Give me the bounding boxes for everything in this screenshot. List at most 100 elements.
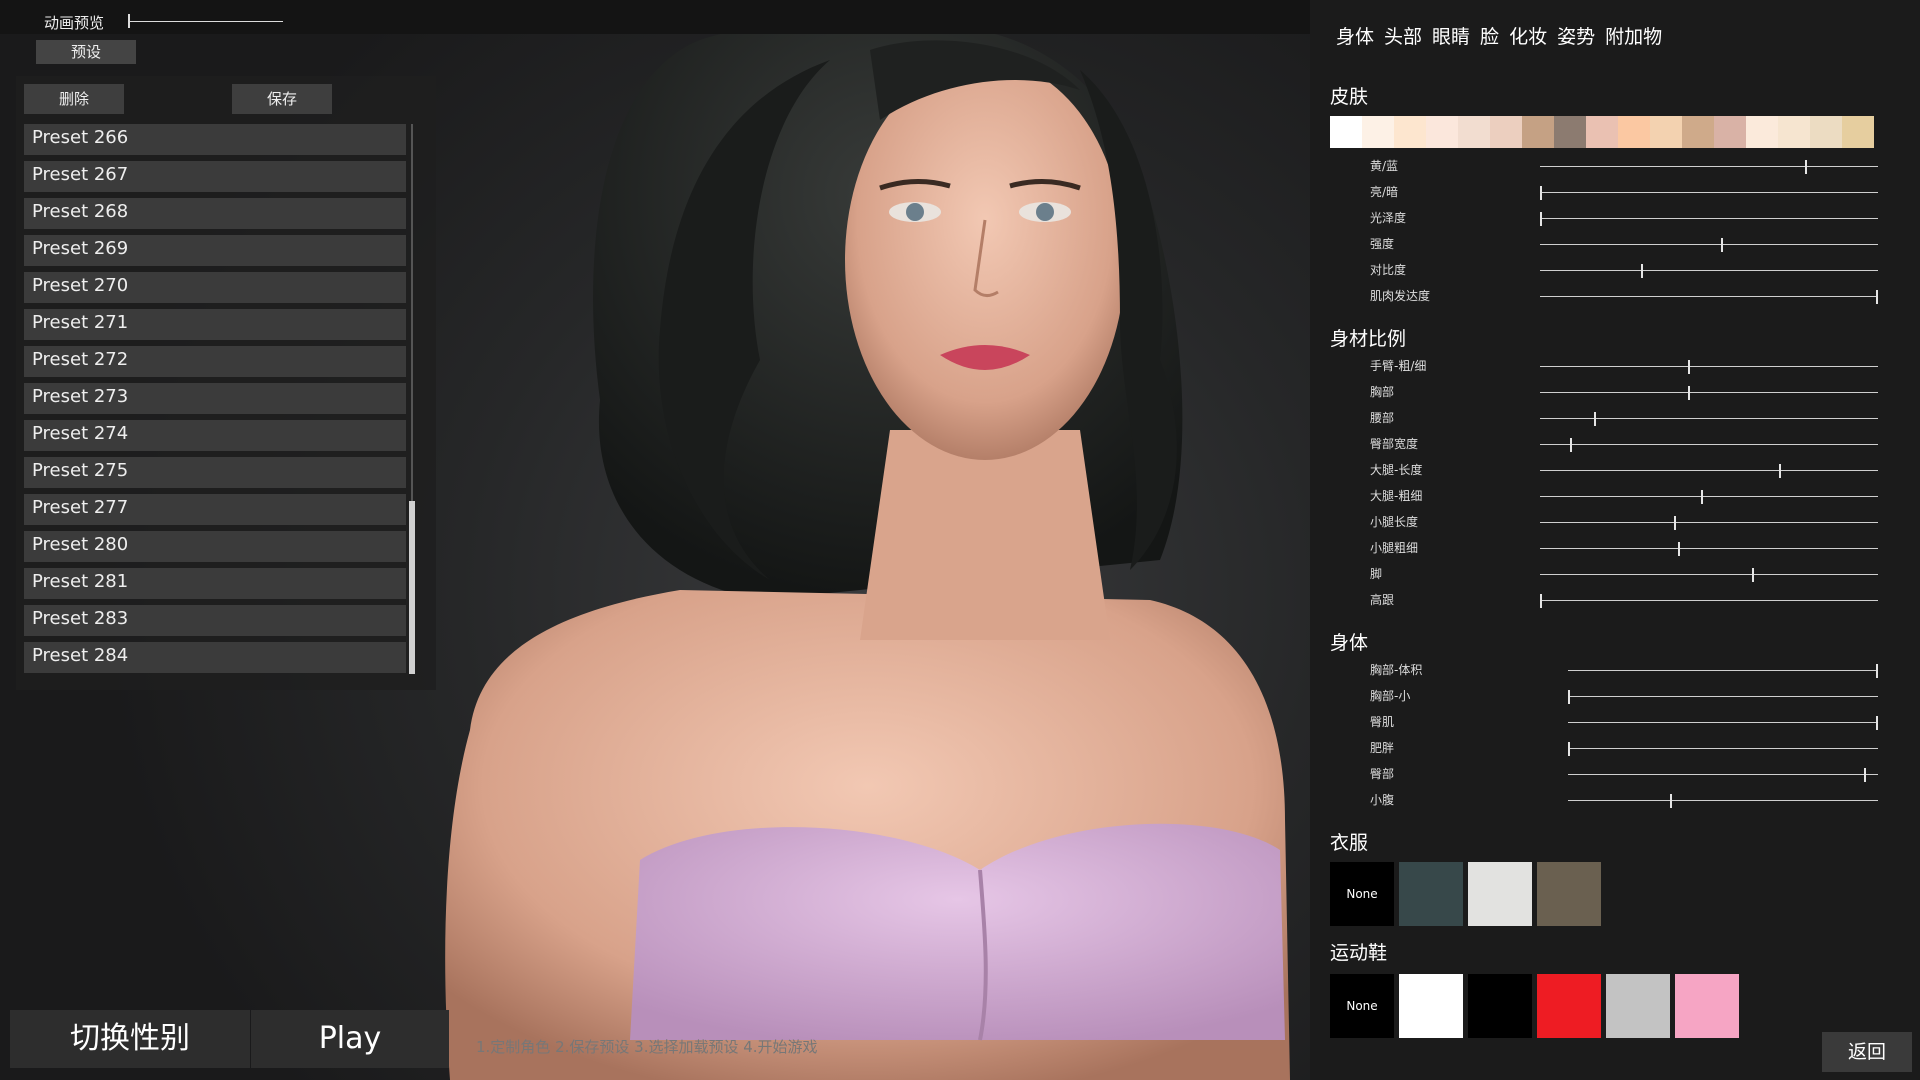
slider-track[interactable] <box>1568 670 1878 671</box>
preset-list-item[interactable]: Preset 281 <box>24 568 406 599</box>
slider-track[interactable] <box>1540 522 1878 523</box>
preset-list-item[interactable]: Preset 275 <box>24 457 406 488</box>
skin-color-swatch[interactable] <box>1490 116 1522 148</box>
slider-track[interactable] <box>1540 470 1878 471</box>
slider-handle[interactable] <box>1568 690 1570 704</box>
switch-gender-button[interactable]: 切换性别 <box>10 1010 250 1068</box>
slider-handle[interactable] <box>1540 212 1542 226</box>
slider-track[interactable] <box>1540 418 1878 419</box>
skin-color-swatch[interactable] <box>1522 116 1554 148</box>
preset-list-item[interactable]: Preset 283 <box>24 605 406 636</box>
slider-track[interactable] <box>1540 444 1878 445</box>
slider-track[interactable] <box>1568 774 1878 775</box>
slider-track[interactable] <box>1540 166 1878 167</box>
skin-color-swatch[interactable] <box>1426 116 1458 148</box>
anim-preview-slider-handle[interactable] <box>128 14 130 28</box>
preset-scroll-thumb[interactable] <box>409 501 415 674</box>
skin-color-swatch[interactable] <box>1714 116 1746 148</box>
preset-list-item[interactable]: Preset 270 <box>24 272 406 303</box>
slider-handle[interactable] <box>1570 438 1572 452</box>
slider-track[interactable] <box>1540 600 1878 601</box>
preset-tab[interactable]: 预设 <box>36 40 136 64</box>
skin-color-swatch[interactable] <box>1650 116 1682 148</box>
slider-track[interactable] <box>1540 244 1878 245</box>
slider-handle[interactable] <box>1540 594 1542 608</box>
slider-handle[interactable] <box>1678 542 1680 556</box>
category-tab[interactable]: 身体 <box>1336 22 1374 49</box>
skin-color-swatch[interactable] <box>1810 116 1842 148</box>
skin-color-swatch[interactable] <box>1394 116 1426 148</box>
slider-handle[interactable] <box>1876 290 1878 304</box>
preset-list-item[interactable]: Preset 271 <box>24 309 406 340</box>
slider-handle[interactable] <box>1779 464 1781 478</box>
slider-handle[interactable] <box>1688 360 1690 374</box>
preset-list-item[interactable]: Preset 284 <box>24 642 406 673</box>
slider-track[interactable] <box>1568 748 1878 749</box>
back-button[interactable]: 返回 <box>1822 1032 1912 1072</box>
color-swatch[interactable] <box>1399 862 1463 926</box>
category-tab[interactable]: 姿势 <box>1557 22 1595 49</box>
slider-track[interactable] <box>1568 696 1878 697</box>
slider-handle[interactable] <box>1876 716 1878 730</box>
slider-track[interactable] <box>1540 548 1878 549</box>
play-button[interactable]: Play <box>251 1010 449 1068</box>
category-tab[interactable]: 头部 <box>1384 22 1422 49</box>
category-tab[interactable]: 脸 <box>1480 22 1499 49</box>
slider-handle[interactable] <box>1701 490 1703 504</box>
slider-track[interactable] <box>1540 270 1878 271</box>
slider-track[interactable] <box>1540 574 1878 575</box>
preset-list-item[interactable]: Preset 272 <box>24 346 406 377</box>
preset-list-item[interactable]: Preset 268 <box>24 198 406 229</box>
preset-list-item[interactable]: Preset 273 <box>24 383 406 414</box>
save-button[interactable]: 保存 <box>232 84 332 114</box>
skin-color-swatch[interactable] <box>1458 116 1490 148</box>
slider-track[interactable] <box>1540 218 1878 219</box>
skin-color-swatch[interactable] <box>1778 116 1810 148</box>
preset-list-item[interactable]: Preset 269 <box>24 235 406 266</box>
slider-handle[interactable] <box>1641 264 1643 278</box>
slider-handle[interactable] <box>1752 568 1754 582</box>
slider-track[interactable] <box>1540 392 1878 393</box>
slider-handle[interactable] <box>1670 794 1672 808</box>
category-tab[interactable]: 眼睛 <box>1432 22 1470 49</box>
color-swatch[interactable] <box>1537 862 1601 926</box>
slider-handle[interactable] <box>1864 768 1866 782</box>
slider-track[interactable] <box>1568 800 1878 801</box>
slider-track[interactable] <box>1568 722 1878 723</box>
slider-handle[interactable] <box>1688 386 1690 400</box>
skin-color-swatch[interactable] <box>1842 116 1874 148</box>
slider-handle[interactable] <box>1674 516 1676 530</box>
slider-handle[interactable] <box>1594 412 1596 426</box>
delete-button[interactable]: 删除 <box>24 84 124 114</box>
color-swatch[interactable] <box>1537 974 1601 1038</box>
skin-color-swatch[interactable] <box>1554 116 1586 148</box>
slider-track[interactable] <box>1540 296 1878 297</box>
preset-list-item[interactable]: Preset 277 <box>24 494 406 525</box>
slider-handle[interactable] <box>1568 742 1570 756</box>
color-swatch[interactable] <box>1675 974 1739 1038</box>
skin-color-swatch[interactable] <box>1746 116 1778 148</box>
preset-list-item[interactable]: Preset 267 <box>24 161 406 192</box>
none-swatch[interactable]: None <box>1330 862 1394 926</box>
skin-color-swatch[interactable] <box>1618 116 1650 148</box>
skin-color-swatch[interactable] <box>1586 116 1618 148</box>
category-tab[interactable]: 附加物 <box>1605 22 1662 49</box>
preset-list-item[interactable]: Preset 280 <box>24 531 406 562</box>
color-swatch[interactable] <box>1606 974 1670 1038</box>
category-tab[interactable]: 化妆 <box>1509 22 1547 49</box>
slider-track[interactable] <box>1540 366 1878 367</box>
color-swatch[interactable] <box>1399 974 1463 1038</box>
slider-handle[interactable] <box>1876 664 1878 678</box>
slider-handle[interactable] <box>1721 238 1723 252</box>
color-swatch[interactable] <box>1468 974 1532 1038</box>
preset-list-item[interactable]: Preset 274 <box>24 420 406 451</box>
skin-color-swatch[interactable] <box>1330 116 1362 148</box>
slider-handle[interactable] <box>1805 160 1807 174</box>
slider-handle[interactable] <box>1540 186 1542 200</box>
anim-preview-slider-track[interactable] <box>128 21 283 22</box>
none-swatch[interactable]: None <box>1330 974 1394 1038</box>
preset-list-item[interactable]: Preset 266 <box>24 124 406 155</box>
color-swatch[interactable] <box>1468 862 1532 926</box>
slider-track[interactable] <box>1540 192 1878 193</box>
skin-color-swatch[interactable] <box>1682 116 1714 148</box>
